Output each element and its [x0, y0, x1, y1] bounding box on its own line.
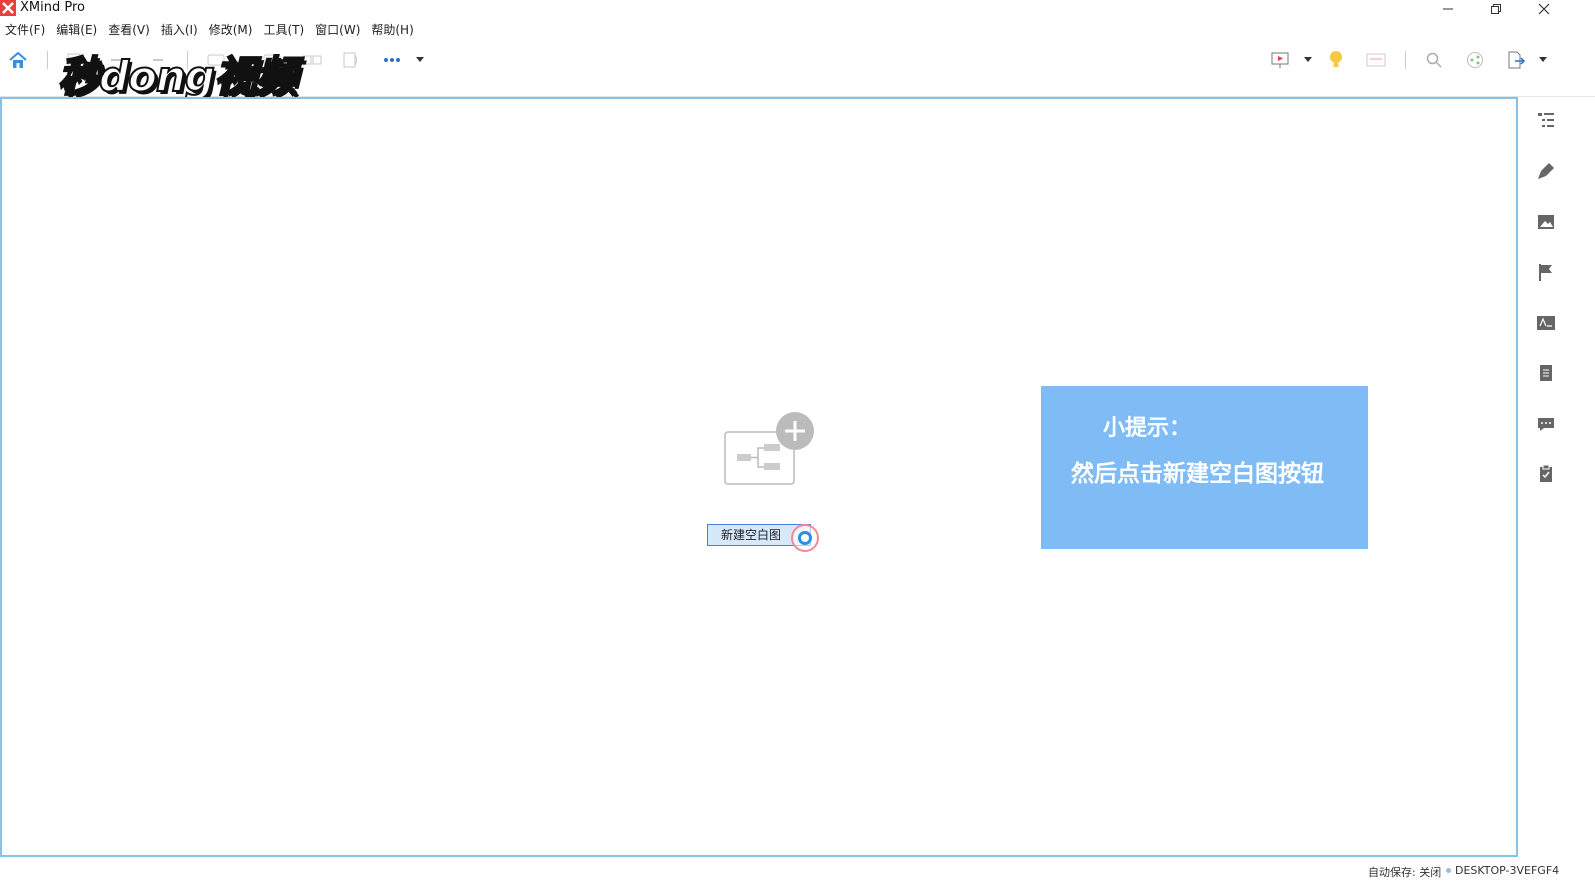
sticker-icon[interactable] — [1535, 312, 1557, 334]
chevron-down-icon[interactable] — [1297, 49, 1319, 71]
title-bar: XMind Pro — [0, 0, 1595, 18]
right-sidebar — [1522, 97, 1595, 859]
image-icon[interactable] — [1535, 211, 1557, 233]
menu-file[interactable]: 文件(F) — [0, 20, 51, 40]
chevron-down-icon[interactable] — [409, 49, 431, 71]
menu-window[interactable]: 窗口(W) — [310, 20, 366, 40]
tip-overlay: 小提示： 然后点击新建空白图按钮 — [1041, 386, 1368, 549]
menu-edit[interactable]: 编辑(E) — [51, 20, 103, 40]
more-icon[interactable] — [381, 49, 403, 71]
menu-help[interactable]: 帮助(H) — [366, 20, 419, 40]
outliner-icon[interactable] — [1365, 49, 1387, 71]
presentation-icon[interactable] — [1269, 49, 1291, 71]
cursor-icon — [798, 531, 812, 545]
relationship-icon[interactable] — [301, 49, 323, 71]
tip-title: 小提示： — [1103, 416, 1192, 441]
close-button[interactable] — [1521, 0, 1567, 18]
comment-icon[interactable] — [1535, 413, 1557, 435]
machine-name: DESKTOP-3VEFGF4 — [1455, 864, 1560, 877]
minimize-button[interactable] — [1425, 0, 1471, 18]
menu-bar: 文件(F) 编辑(E) 查看(V) 插入(I) 修改(M) 工具(T) 窗口(W… — [0, 20, 1595, 40]
search-icon[interactable] — [1423, 49, 1445, 71]
menu-view[interactable]: 查看(V) — [103, 20, 156, 40]
chevron-down-icon[interactable] — [1532, 49, 1554, 71]
task-icon[interactable] — [1535, 463, 1557, 485]
window-title: XMind Pro — [20, 0, 85, 15]
export-icon[interactable] — [1505, 49, 1527, 71]
status-bar — [0, 859, 1595, 891]
status-dot-icon — [1446, 868, 1451, 873]
menu-tools[interactable]: 工具(T) — [258, 20, 310, 40]
restore-button[interactable] — [1473, 0, 1519, 18]
home-icon[interactable] — [7, 49, 29, 71]
share-icon[interactable] — [1464, 49, 1486, 71]
outline-icon[interactable] — [1535, 109, 1557, 131]
menu-modify[interactable]: 修改(M) — [204, 20, 259, 40]
marker-flag-icon[interactable] — [1535, 261, 1557, 283]
new-blank-map-icon[interactable] — [722, 410, 817, 490]
format-brush-icon[interactable] — [1535, 160, 1557, 182]
autosave-status[interactable]: 自动保存: 关闭 — [1368, 864, 1441, 880]
menu-insert[interactable]: 插入(I) — [156, 20, 204, 40]
watermark-logo: 秒dong视频 — [57, 51, 298, 102]
lightbulb-icon[interactable] — [1325, 49, 1347, 71]
notes-icon[interactable] — [1535, 362, 1557, 384]
summary-icon[interactable] — [340, 49, 362, 71]
tip-body: 然后点击新建空白图按钮 — [1071, 461, 1324, 487]
toolbar-divider — [47, 51, 48, 69]
toolbar-divider — [1405, 51, 1406, 69]
xmind-logo-icon — [0, 0, 16, 16]
